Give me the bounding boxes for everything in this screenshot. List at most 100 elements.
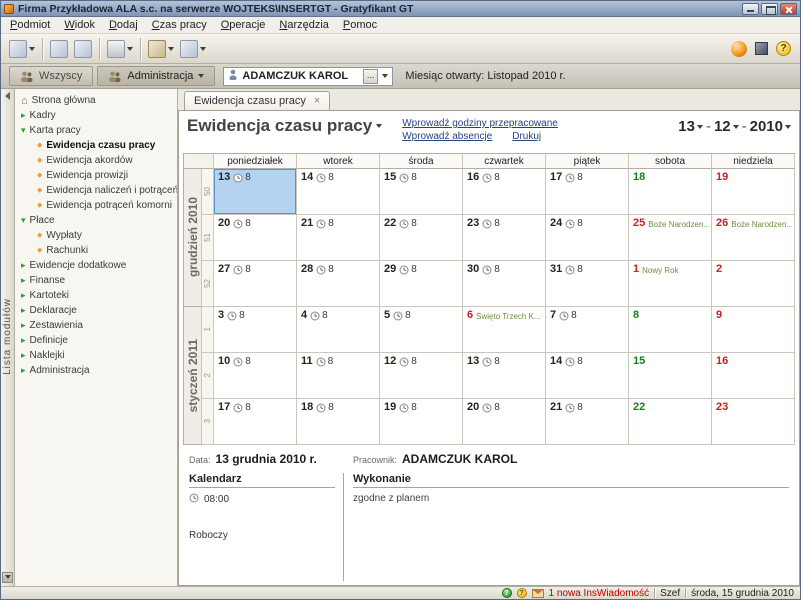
calendar-day-m0-13[interactable]: 138	[214, 169, 297, 215]
minimize-button[interactable]	[742, 3, 759, 15]
month-select[interactable]: 12	[714, 118, 739, 135]
toolbar-button-delete-document[interactable]	[71, 38, 95, 60]
calendar-day-m1-17[interactable]: 178	[214, 399, 297, 445]
calendar-day-m1-14[interactable]: 148	[546, 353, 629, 399]
tab-administracja[interactable]: Administracja	[97, 66, 215, 86]
sidebar-item-ewidencja-czasu-pracy[interactable]: ◆Ewidencja czasu pracy	[15, 138, 177, 153]
menu-item-widok[interactable]: Widok	[57, 18, 102, 32]
collapse-arrow-icon[interactable]	[5, 92, 10, 100]
status-green-icon[interactable]: ?	[502, 588, 512, 598]
calendar-day-m0-25[interactable]: 25Boże Narodzen...	[629, 215, 712, 261]
year-select[interactable]: 2010	[750, 118, 791, 135]
sidebar-item-deklaracje[interactable]: ▸Deklaracje	[15, 303, 177, 318]
sidebar-item-finanse[interactable]: ▸Finanse	[15, 273, 177, 288]
link-drukuj[interactable]: Drukuj	[512, 131, 541, 142]
sidebar-item-ewidencja-prowizji[interactable]: ◆Ewidencja prowizji	[15, 168, 177, 183]
toolbar-button-print[interactable]	[104, 38, 136, 60]
calendar-day-m0-29[interactable]: 298	[380, 261, 463, 307]
calendar-day-m0-28[interactable]: 288	[297, 261, 380, 307]
modules-cube-icon[interactable]	[755, 42, 768, 55]
calendar-day-m1-12[interactable]: 128	[380, 353, 463, 399]
sidebar-item-naklejki[interactable]: ▸Naklejki	[15, 348, 177, 363]
sidebar-item-wyp-aty[interactable]: ◆Wypłaty	[15, 228, 177, 243]
calendar-day-m1-13[interactable]: 138	[463, 353, 546, 399]
day-select[interactable]: 13	[678, 118, 703, 135]
sidebar-item-ewidencja-potr-ce-komorni[interactable]: ◆Ewidencja potrąceń komorni	[15, 198, 177, 213]
sidebar-item-karta-pracy[interactable]: ▾Karta pracy	[15, 123, 177, 138]
calendar-day-m1-5[interactable]: 58	[380, 307, 463, 353]
calendar-day-m0-14[interactable]: 148	[297, 169, 380, 215]
calendar-day-m0-18[interactable]: 18	[629, 169, 712, 215]
calendar-day-m1-15[interactable]: 15	[629, 353, 712, 399]
calendar-day-m1-10[interactable]: 108	[214, 353, 297, 399]
calendar-day-m1-19[interactable]: 198	[380, 399, 463, 445]
status-message[interactable]: 1 nowa InsWiadomość	[549, 588, 650, 599]
help-button[interactable]: ?	[776, 41, 791, 56]
calendar-day-m1-6[interactable]: 6Święto Trzech K...	[463, 307, 546, 353]
sidebar-item-definicje[interactable]: ▸Definicje	[15, 333, 177, 348]
link-wprowadz-godziny[interactable]: Wprowadź godziny przepracowane	[402, 118, 558, 129]
sidebar-item-kadry[interactable]: ▸Kadry	[15, 108, 177, 123]
close-button[interactable]	[780, 3, 797, 15]
menu-item-czas-pracy[interactable]: Czas pracy	[145, 18, 214, 32]
calendar-day-m0-2[interactable]: 2	[712, 261, 795, 307]
sidebar-item-ewidencje-dodatkowe[interactable]: ▸Ewidencje dodatkowe	[15, 258, 177, 273]
sidebar-item-kartoteki[interactable]: ▸Kartoteki	[15, 288, 177, 303]
calendar-day-m1-9[interactable]: 9	[712, 307, 795, 353]
calendar-day-m0-30[interactable]: 308	[463, 261, 546, 307]
calendar-day-m1-8[interactable]: 8	[629, 307, 712, 353]
sidebar-item-p-ace[interactable]: ▾Płace	[15, 213, 177, 228]
calendar-day-m0-1[interactable]: 1Nowy Rok	[629, 261, 712, 307]
calendar-day-m1-7[interactable]: 78	[546, 307, 629, 353]
sidebar-item-administracja[interactable]: ▸Administracja	[15, 363, 177, 378]
calendar-day-m1-18[interactable]: 188	[297, 399, 380, 445]
calendar-day-m0-19[interactable]: 19	[712, 169, 795, 215]
page-title-dropdown[interactable]: Ewidencja czasu pracy	[187, 116, 382, 136]
sidebar-item-ewidencja-akord-w[interactable]: ◆Ewidencja akordów	[15, 153, 177, 168]
calendar-day-m0-26[interactable]: 26Boże Narodzen...	[712, 215, 795, 261]
calendar-day-m0-17[interactable]: 178	[546, 169, 629, 215]
employee-selector[interactable]: ADAMCZUK KAROL ...	[223, 67, 393, 86]
tab-ewidencja-czasu-pracy[interactable]: Ewidencja czasu pracy ×	[184, 91, 330, 110]
calendar-day-m1-11[interactable]: 118	[297, 353, 380, 399]
toolbar-button-operations[interactable]	[145, 38, 177, 60]
calendar-day-m1-3[interactable]: 38	[214, 307, 297, 353]
toolbar-button-add-document[interactable]	[6, 38, 38, 60]
menu-item-podmiot[interactable]: Podmiot	[3, 18, 57, 32]
employee-more-button[interactable]: ...	[363, 69, 379, 84]
toolbar-button-edit-document[interactable]	[47, 38, 71, 60]
calendar-day-m1-16[interactable]: 16	[712, 353, 795, 399]
calendar-day-m0-16[interactable]: 168	[463, 169, 546, 215]
calendar-day-m1-22[interactable]: 22	[629, 399, 712, 445]
sidebar-item-strona-g-wna[interactable]: ⌂Strona główna	[15, 93, 177, 108]
calendar-day-m0-15[interactable]: 158	[380, 169, 463, 215]
calendar-day-m0-27[interactable]: 278	[214, 261, 297, 307]
sidebar-item-ewidencja-nalicze-i-potr-ce[interactable]: ◆Ewidencja naliczeń i potrąceń	[15, 183, 177, 198]
sidebar-item-zestawienia[interactable]: ▸Zestawienia	[15, 318, 177, 333]
menu-item-dodaj[interactable]: Dodaj	[102, 18, 145, 32]
toolbar-button-tools[interactable]	[177, 38, 209, 60]
maximize-button[interactable]	[761, 3, 778, 15]
mail-icon[interactable]	[532, 589, 544, 598]
calendar-day-m0-22[interactable]: 228	[380, 215, 463, 261]
menu-item-narz-dzia[interactable]: Narzędzia	[272, 18, 336, 32]
link-wprowadz-absencje[interactable]: Wprowadź absencje	[402, 131, 492, 142]
tab-wszyscy[interactable]: Wszyscy	[9, 66, 93, 86]
calendar-day-m0-31[interactable]: 318	[546, 261, 629, 307]
calendar-day-m1-21[interactable]: 218	[546, 399, 629, 445]
menu-item-operacje[interactable]: Operacje	[214, 18, 273, 32]
status-yellow-icon[interactable]: ?	[517, 588, 527, 598]
insert-sphere-icon[interactable]	[731, 41, 747, 57]
calendar-day-m0-23[interactable]: 238	[463, 215, 546, 261]
clock-icon	[189, 493, 199, 503]
calendar-day-m1-4[interactable]: 48	[297, 307, 380, 353]
calendar-day-m0-21[interactable]: 218	[297, 215, 380, 261]
calendar-day-m1-20[interactable]: 208	[463, 399, 546, 445]
menu-item-pomoc[interactable]: Pomoc	[336, 18, 384, 32]
calendar-day-m0-20[interactable]: 208	[214, 215, 297, 261]
strip-menu-button[interactable]	[2, 572, 13, 583]
sidebar-item-rachunki[interactable]: ◆Rachunki	[15, 243, 177, 258]
close-icon[interactable]: ×	[314, 96, 320, 106]
calendar-day-m1-23[interactable]: 23	[712, 399, 795, 445]
calendar-day-m0-24[interactable]: 248	[546, 215, 629, 261]
